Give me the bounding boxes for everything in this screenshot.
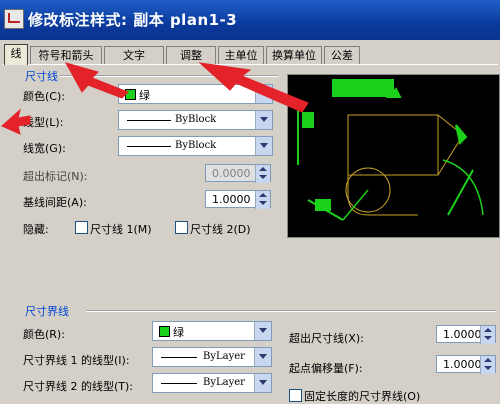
tab-lines[interactable]: 线 <box>4 44 28 65</box>
annotation-arrows <box>1 62 309 135</box>
annotation-arrow <box>1 108 31 135</box>
annotation-arrow <box>64 62 129 99</box>
annotation-arrow <box>198 62 309 113</box>
